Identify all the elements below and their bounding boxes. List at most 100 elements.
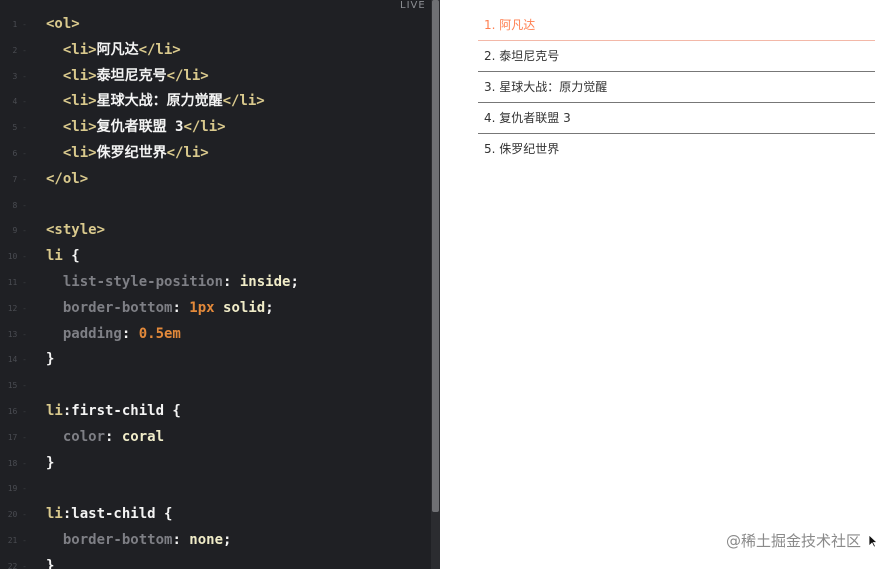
list-item: 2. 泰坦尼克号 <box>478 41 875 72</box>
code-token: inside <box>239 273 291 290</box>
list-item: 5. 侏罗纪世界 <box>484 142 560 156</box>
code-token: list-style-position <box>46 273 224 290</box>
code-text: li:last-child { <box>46 502 172 528</box>
code-line[interactable]: 4 <li>星球大战：原力觉醒</li> <box>0 89 431 115</box>
preview-list: 1. 阿凡达 2. 泰坦尼克号 3. 星球大战：原力觉醒 4. 复仇者联盟 3 … <box>478 10 875 165</box>
code-text: <li>星球大战：原力觉醒</li> <box>46 89 265 115</box>
code-editor[interactable]: 1 <ol>2 <li>阿凡达</li>3 <li>泰坦尼克号</li>4 <li… <box>0 0 431 569</box>
code-line[interactable]: 7 </ol> <box>0 167 431 193</box>
code-token: coral <box>121 428 165 445</box>
code-token: color <box>46 428 106 445</box>
line-number: 10 <box>0 244 30 270</box>
code-text: <ol> <box>46 12 80 38</box>
code-text: <li>侏罗纪世界</li> <box>46 141 209 167</box>
code-token: :last-child { <box>62 506 173 523</box>
code-token: : <box>105 428 122 445</box>
code-token: <style> <box>46 222 106 239</box>
code-token: : <box>172 299 190 316</box>
code-token: </li> <box>138 41 181 58</box>
line-number: 17 <box>0 425 30 451</box>
line-number: 7 <box>0 167 30 193</box>
code-line[interactable]: 16 li:first-child { <box>0 399 431 425</box>
code-token: } <box>46 351 55 368</box>
code-token: 星球大战：原力觉醒 <box>96 93 223 110</box>
code-line[interactable]: 13 padding: 0.5em <box>0 322 431 348</box>
code-text: color: coral <box>46 425 164 451</box>
code-token: ; <box>265 299 274 316</box>
code-token: li <box>46 506 63 523</box>
code-line[interactable]: 11 list-style-position: inside; <box>0 270 431 296</box>
watermark: @稀土掘金技术社区 <box>725 532 861 550</box>
code-line[interactable]: 3 <li>泰坦尼克号</li> <box>0 64 431 90</box>
code-line[interactable]: 17 color: coral <box>0 425 431 451</box>
code-line[interactable]: 6 <li>侏罗纪世界</li> <box>0 141 431 167</box>
code-token: 侏罗纪世界 <box>96 144 167 161</box>
code-token: border-bottom <box>46 299 173 316</box>
code-line[interactable]: 22} <box>0 554 431 569</box>
code-token: <li> <box>62 93 97 110</box>
code-token: } <box>46 557 55 569</box>
line-number: 19 <box>0 476 30 502</box>
code-text: li:first-child { <box>46 399 181 425</box>
list-item: 3. 星球大战：原力觉醒 <box>478 72 875 103</box>
code-text: list-style-position: inside; <box>46 270 299 296</box>
code-token: : <box>172 531 190 548</box>
code-token: </li> <box>183 119 226 136</box>
code-text: <li>泰坦尼克号</li> <box>46 64 209 90</box>
code-line[interactable]: 14} <box>0 347 431 373</box>
line-number: 9 <box>0 218 30 244</box>
code-token: <li> <box>62 41 97 58</box>
code-token: border-bottom <box>46 531 173 548</box>
line-number: 1 <box>0 12 30 38</box>
code-text: } <box>46 347 54 373</box>
code-line[interactable]: 2 <li>阿凡达</li> <box>0 38 431 64</box>
line-number: 5 <box>0 115 30 141</box>
code-text: padding: 0.5em <box>46 322 181 348</box>
code-token: li <box>46 248 63 265</box>
code-token: <li> <box>62 119 97 136</box>
code-line[interactable]: 15 <box>0 373 431 399</box>
code-line[interactable]: 18} <box>0 451 431 477</box>
list-item: 4. 复仇者联盟 3 <box>478 103 875 134</box>
line-number: 6 <box>0 141 30 167</box>
line-number: 11 <box>0 270 30 296</box>
line-number: 13 <box>0 322 30 348</box>
code-token: : <box>223 273 240 290</box>
code-token: : <box>121 325 139 342</box>
code-text: li { <box>46 244 80 270</box>
line-number: 21 <box>0 528 30 554</box>
code-token: :first-child { <box>62 402 181 419</box>
code-token: 1px <box>189 299 215 316</box>
live-preview: 1. 阿凡达 2. 泰坦尼克号 3. 星球大战：原力觉醒 4. 复仇者联盟 3 … <box>440 0 881 569</box>
code-area[interactable]: 1 <ol>2 <li>阿凡达</li>3 <li>泰坦尼克号</li>4 <li… <box>0 12 431 569</box>
line-number: 20 <box>0 502 30 528</box>
code-token: </li> <box>166 67 209 84</box>
code-text: <li>复仇者联盟 3</li> <box>46 115 226 141</box>
code-line[interactable]: 21 border-bottom: none; <box>0 528 431 554</box>
code-line[interactable]: 10 li { <box>0 244 431 270</box>
line-number: 14 <box>0 347 30 373</box>
code-line[interactable]: 1 <ol> <box>0 12 431 38</box>
code-line[interactable]: 9 <style> <box>0 218 431 244</box>
editor-scrollbar-thumb[interactable] <box>432 0 439 512</box>
code-line[interactable]: 20 li:last-child { <box>0 502 431 528</box>
line-number: 4 <box>0 89 30 115</box>
code-text: border-bottom: none; <box>46 528 232 554</box>
code-token: <li> <box>62 67 97 84</box>
code-line[interactable]: 8 <box>0 193 431 219</box>
code-line[interactable]: 19 <box>0 476 431 502</box>
line-number: 22 <box>0 554 30 569</box>
code-token: { <box>62 248 80 265</box>
code-line[interactable]: 12 border-bottom: 1px solid; <box>0 296 431 322</box>
code-text: <style> <box>46 218 105 244</box>
list-item: 1. 阿凡达 <box>478 10 875 41</box>
code-token: solid <box>223 299 266 316</box>
mouse-pointer-icon <box>868 534 878 548</box>
code-token: </li> <box>222 93 265 110</box>
code-line[interactable]: 5 <li>复仇者联盟 3</li> <box>0 115 431 141</box>
code-token: ; <box>223 531 232 548</box>
